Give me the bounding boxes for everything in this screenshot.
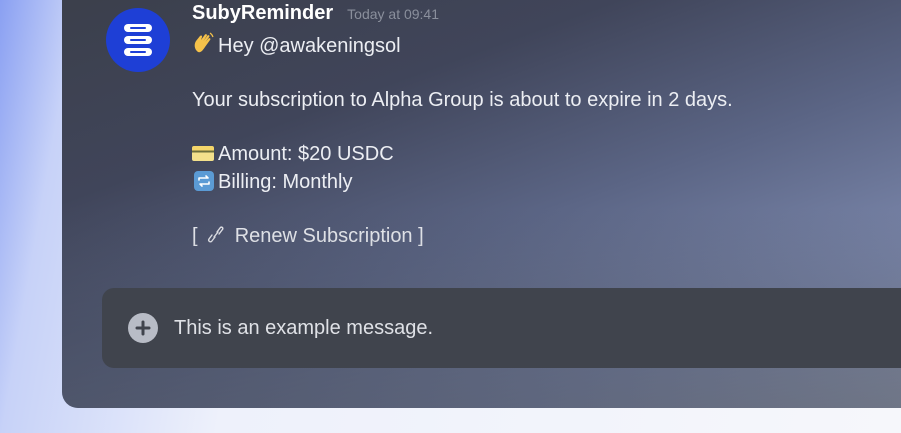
- message-header: SubyReminder Today at 09:41: [192, 2, 901, 32]
- renew-link-line[interactable]: [ Renew Subscription ]: [192, 222, 901, 250]
- plus-icon: [135, 320, 151, 336]
- billing-line: Billing: Monthly: [192, 168, 901, 196]
- bot-avatar[interactable]: [106, 8, 170, 72]
- renew-link-text[interactable]: Renew Subscription ]: [235, 225, 424, 247]
- body-line: Your subscription to Alpha Group is abou…: [192, 89, 733, 111]
- add-attachment-button[interactable]: [128, 313, 158, 343]
- waving-hand-icon: [194, 32, 214, 53]
- chat-window: SubyReminder Today at 09:41 Hey @awakeni…: [62, 0, 901, 408]
- repeat-icon: [194, 171, 214, 191]
- message-timestamp: Today at 09:41: [347, 6, 440, 22]
- renew-link-open-bracket: [: [192, 225, 198, 247]
- message: SubyReminder Today at 09:41 Hey @awakeni…: [192, 2, 901, 250]
- message-input[interactable]: This is an example message.: [174, 317, 774, 340]
- database-stack-icon: [124, 24, 152, 56]
- greeting-text: Hey @awakeningsol: [218, 35, 401, 57]
- greeting-line: Hey @awakeningsol: [192, 32, 901, 60]
- amount-line: Amount: $20 USDC: [192, 140, 901, 168]
- link-icon: [208, 226, 224, 243]
- bot-username[interactable]: SubyReminder: [192, 2, 333, 25]
- credit-card-icon: [192, 146, 214, 161]
- billing-text: Billing: Monthly: [218, 171, 353, 193]
- message-composer[interactable]: This is an example message.: [102, 288, 901, 368]
- amount-text: Amount: $20 USDC: [218, 143, 394, 165]
